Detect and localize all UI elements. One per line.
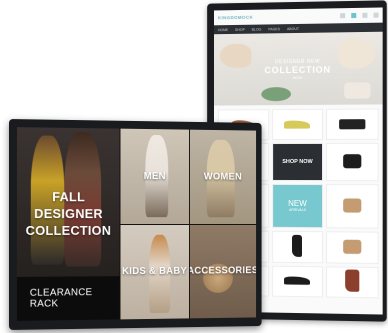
tile-accessories-label: ACCESSORIES [189,265,257,277]
hero-banner[interactable]: DESIGNER NEW COLLECTION NOW [213,31,383,106]
tile-kids-label: KIDS & BABY [122,266,188,278]
product-card[interactable] [326,143,379,181]
tile-accessories[interactable]: ACCESSORIES [189,224,257,319]
product-card[interactable] [326,231,379,264]
product-image [292,234,303,257]
new-sub-label: ARRIVALS [288,208,307,213]
shop-now-promo[interactable]: SHOP NOW [271,143,324,181]
nav-item-blog[interactable]: BLOG [252,27,262,31]
product-image [343,154,362,169]
product-card[interactable] [326,265,379,299]
tile-kids-and-baby[interactable]: KIDS & BABY [120,224,189,320]
clearance-label: CLEARANCE RACK [29,287,93,310]
store-logo[interactable]: KINGDOMOCK [218,15,253,21]
product-image [343,198,362,213]
tile-men-label: MEN [143,170,166,182]
new-label: NEW [288,199,307,209]
landscape-kiosk-display: FALL DESIGNER COLLECTION CLEARANCE RACK … [9,119,262,330]
hero-line-3: NOW [292,74,303,80]
nav-item-pages[interactable]: PAGES [268,27,280,31]
tile-fall-designer-collection[interactable]: FALL DESIGNER COLLECTION CLEARANCE RACK [16,127,120,321]
product-image [343,239,362,254]
product-image [284,276,311,286]
hero-heel-image [338,37,375,69]
new-arrivals-promo[interactable]: NEW ARRIVALS [271,183,324,229]
clearance-rack-banner[interactable]: CLEARANCE RACK [16,276,120,321]
landscape-screen: FALL DESIGNER COLLECTION CLEARANCE RACK … [16,127,257,321]
product-card[interactable] [271,108,324,141]
cart-icon[interactable] [373,12,379,18]
product-image [345,269,360,293]
search-icon[interactable] [351,12,357,19]
nav-item-about[interactable]: ABOUT [287,26,299,30]
shop-now-label: SHOP NOW [282,159,313,166]
wishlist-icon[interactable] [362,12,368,18]
product-card[interactable] [326,183,379,229]
nav-item-home[interactable]: HOME [218,28,228,32]
hero-title: COLLECTION [264,64,331,75]
account-icon[interactable] [340,13,346,19]
hero-plant-image [261,87,292,102]
nav-item-shop[interactable]: SHOP [235,27,245,31]
product-card[interactable] [271,230,324,263]
product-image [284,120,311,129]
tile-fall-label: FALL DESIGNER COLLECTION [25,188,112,238]
product-image [339,118,366,130]
product-card[interactable] [326,108,379,141]
tile-women[interactable]: WOMEN [189,129,257,224]
tile-women-label: WOMEN [203,171,242,183]
product-card[interactable] [271,265,324,298]
search-area[interactable] [259,14,334,19]
tile-men[interactable]: MEN [120,128,189,224]
hero-bag-image [344,82,371,99]
hero-shoe-image [219,43,252,68]
